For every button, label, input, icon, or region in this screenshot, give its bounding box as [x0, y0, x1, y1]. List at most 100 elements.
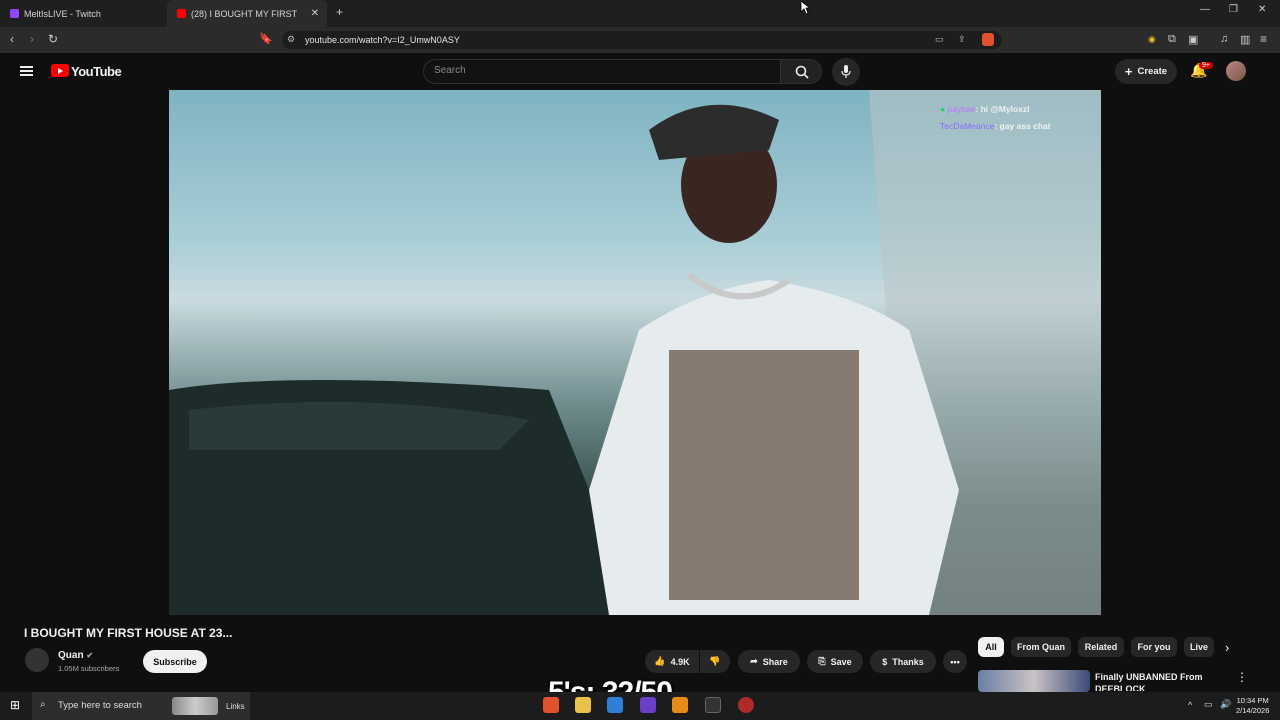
video-player[interactable] [169, 90, 1101, 615]
chat-message: TecDaMeance: gay ass chat [940, 118, 1051, 135]
youtube-header: YouTube Search + Create 🔔 9+ [0, 53, 1280, 90]
site-info-icon[interactable]: ⚙ [287, 34, 295, 45]
links-label[interactable]: Links [226, 702, 245, 711]
search-highlight-image [172, 697, 218, 715]
like-count: 4.9K [670, 656, 690, 667]
chip-related[interactable]: Related [1078, 637, 1124, 657]
wallet-icon[interactable]: ▣ [1188, 33, 1198, 46]
taskbar-clock[interactable]: 10:34 PM 2/14/2026 [1236, 696, 1269, 716]
file-explorer-icon[interactable] [575, 697, 591, 713]
video-frame [169, 90, 1101, 615]
chip-for-you[interactable]: For you [1131, 637, 1177, 657]
close-tab-icon[interactable]: ✕ [311, 8, 319, 19]
thumbs-up-icon: 👍 [654, 656, 666, 666]
windows-start-icon[interactable]: ⊞ [10, 698, 20, 712]
more-horizontal-icon: ••• [950, 656, 960, 667]
youtube-logo-icon[interactable] [51, 64, 69, 77]
thanks-label: Thanks [892, 656, 924, 667]
microphone-icon [841, 65, 851, 78]
tray-chevron-icon[interactable]: ^ [1188, 700, 1192, 710]
user-avatar[interactable] [1226, 61, 1246, 81]
search-input[interactable] [423, 59, 781, 84]
extensions-icon[interactable]: ⧉ [1168, 33, 1176, 46]
thanks-icon: $ [882, 656, 888, 667]
thanks-button[interactable]: $ Thanks [870, 650, 936, 673]
chat-overlay: ● paybae: hi @Myloxzl TecDaMeance: gay a… [940, 101, 1051, 135]
mouse-cursor-icon [800, 0, 810, 15]
more-vertical-icon[interactable]: ⋮ [1236, 670, 1248, 684]
share-button[interactable]: ➦ Share [738, 650, 800, 673]
chip-live[interactable]: Live [1184, 637, 1214, 657]
restore-icon[interactable]: ❐ [1229, 4, 1238, 15]
browser-tab-strip: MeltIsLIVE - Twitch (28) I BOUGHT MY FIR… [0, 0, 1280, 27]
new-tab-button[interactable]: + [336, 5, 343, 19]
search-button[interactable] [781, 59, 822, 84]
app-icon[interactable] [607, 697, 623, 713]
rewards-icon[interactable]: ◉ [1148, 34, 1156, 45]
save-button[interactable]: ⎘ Save [807, 650, 863, 673]
epic-games-icon[interactable] [705, 697, 721, 713]
cast-icon[interactable]: ▭ [935, 34, 944, 45]
channel-avatar[interactable] [25, 648, 49, 672]
sidebar-icon[interactable]: ▥ [1240, 33, 1250, 46]
forward-icon[interactable]: › [30, 32, 34, 46]
chip-all[interactable]: All [978, 637, 1004, 657]
dislike-button[interactable]: 👎 [700, 650, 730, 673]
create-button[interactable]: + Create [1115, 59, 1177, 84]
voice-search-button[interactable] [832, 58, 860, 86]
back-icon[interactable]: ‹ [10, 32, 14, 46]
search-icon: ⌕ [40, 699, 46, 710]
brave-shield-icon[interactable] [982, 33, 994, 46]
recommendation-title[interactable]: Finally UNBANNED From DEEBLOCK [1095, 671, 1225, 691]
search-icon [795, 65, 809, 79]
reload-icon[interactable]: ↻ [48, 32, 58, 46]
hamburger-menu-icon[interactable] [20, 66, 33, 76]
more-actions-button[interactable]: ••• [943, 650, 967, 673]
menu-icon[interactable]: ≡ [1260, 32, 1267, 46]
video-title: I BOUGHT MY FIRST HOUSE AT 23... [24, 626, 233, 640]
chat-user: TecDaMeance [940, 121, 995, 131]
channel-name-text: Quan [58, 650, 84, 661]
verified-icon: ✔ [86, 651, 94, 660]
youtube-icon [177, 9, 186, 18]
media-icon[interactable]: ♫ [1220, 33, 1228, 45]
windows-taskbar: ⊞ ⌕ Type here to search Links ^ ▭ 🔊 10:3… [0, 692, 1280, 720]
bookmark-icon[interactable]: 🔖 [259, 32, 273, 45]
chevron-right-icon[interactable]: › [1225, 640, 1229, 655]
app-icon[interactable] [672, 697, 688, 713]
channel-name[interactable]: Quan ✔ [58, 650, 93, 661]
taskbar-search[interactable]: ⌕ Type here to search [32, 692, 250, 720]
save-label: Save [830, 656, 852, 667]
search-placeholder: Search [434, 65, 466, 76]
chat-message: ● paybae: hi @Myloxzl [940, 101, 1051, 118]
clock-date: 2/14/2026 [1236, 706, 1270, 715]
subscribe-button[interactable]: Subscribe [143, 650, 207, 673]
plus-icon: + [1124, 64, 1133, 79]
taskbar-search-placeholder: Type here to search [58, 700, 142, 711]
like-button[interactable]: 👍 4.9K [645, 650, 699, 673]
notification-count-badge: 9+ [1199, 62, 1213, 69]
share-icon: ➦ [750, 656, 758, 666]
youtube-logo-text[interactable]: YouTube [71, 64, 122, 79]
app-icon[interactable] [640, 697, 656, 713]
tab-title: (28) I BOUGHT MY FIRST HOU [191, 8, 299, 19]
chat-text: : hi @Myloxzl [975, 104, 1030, 114]
create-label: Create [1137, 66, 1168, 77]
chip-from-quan[interactable]: From Quan [1011, 637, 1071, 657]
close-window-icon[interactable]: ✕ [1258, 4, 1266, 15]
url-text[interactable]: youtube.com/watch?v=I2_UmwN0ASY [305, 35, 460, 45]
chat-user: paybae [947, 104, 976, 114]
recommendation-thumbnail[interactable] [978, 670, 1090, 692]
tab-twitch[interactable]: MeltIsLIVE - Twitch [0, 0, 165, 27]
volume-icon[interactable]: 🔊 [1220, 699, 1231, 710]
brave-app-icon[interactable] [543, 697, 559, 713]
twitch-icon [10, 9, 19, 18]
share-page-icon[interactable]: ⇪ [958, 34, 966, 45]
tab-youtube[interactable]: (28) I BOUGHT MY FIRST HOU ✕ [167, 0, 327, 27]
minimize-icon[interactable]: — [1200, 4, 1210, 15]
obs-icon[interactable] [738, 697, 754, 713]
network-icon[interactable]: ▭ [1204, 699, 1213, 710]
browser-toolbar: ‹ › ↻ 🔖 ⚙ youtube.com/watch?v=I2_UmwN0AS… [0, 27, 1280, 53]
thumbs-down-icon: 👎 [709, 656, 721, 666]
subscriber-count: 1.05M subscribers [58, 664, 120, 673]
